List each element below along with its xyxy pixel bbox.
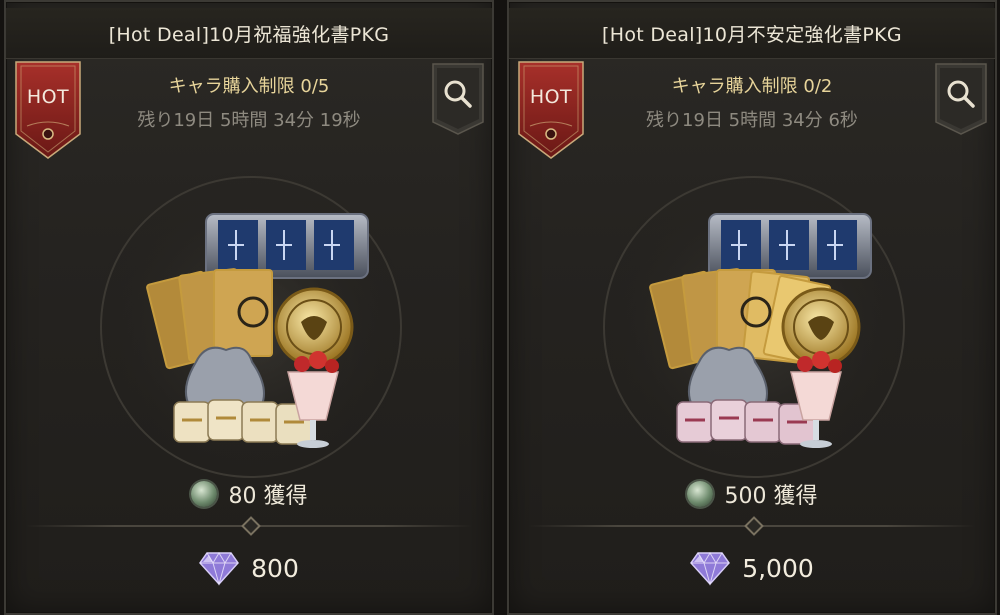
- time-remaining: 残り19日 5時間 34分 6秒: [646, 110, 858, 131]
- package-items-image: [594, 167, 914, 482]
- search-button[interactable]: [934, 62, 988, 136]
- search-icon: [432, 63, 484, 135]
- reward-row: 80 獲得: [6, 474, 492, 514]
- purchase-limit: キャラ購入制限 0/5: [168, 76, 330, 97]
- package-card[interactable]: [Hot Deal]10月不安定強化書PKG HOT キャラ購入制限 0/2 残…: [507, 0, 997, 615]
- reward-amount: 80 獲得: [228, 484, 308, 509]
- currency-coin-icon: [686, 481, 713, 507]
- buy-button[interactable]: 800: [6, 545, 492, 591]
- purchase-limit: キャラ購入制限 0/2: [671, 76, 833, 97]
- package-card[interactable]: [Hot Deal]10月祝福強化書PKG HOT キャラ購入制限 0/5 残り…: [4, 0, 494, 615]
- divider-ornament: [241, 516, 261, 536]
- search-icon: [935, 63, 987, 135]
- currency-coin-icon: [190, 481, 217, 507]
- search-button[interactable]: [431, 62, 485, 136]
- price-value: 800: [251, 553, 299, 583]
- package-title: [Hot Deal]10月不安定強化書PKG: [509, 8, 995, 59]
- package-illustration: [56, 162, 446, 482]
- diamond-icon: [690, 552, 731, 586]
- reward-amount: 500 獲得: [724, 484, 818, 509]
- package-title: [Hot Deal]10月祝福強化書PKG: [6, 8, 492, 59]
- package-illustration: [559, 162, 949, 482]
- divider-ornament: [744, 516, 764, 536]
- package-items-image: [91, 167, 411, 482]
- buy-button[interactable]: 5,000: [509, 545, 995, 591]
- reward-row: 500 獲得: [509, 474, 995, 514]
- time-remaining: 残り19日 5時間 34分 19秒: [137, 110, 361, 131]
- diamond-icon: [199, 552, 240, 586]
- price-value: 5,000: [742, 553, 814, 583]
